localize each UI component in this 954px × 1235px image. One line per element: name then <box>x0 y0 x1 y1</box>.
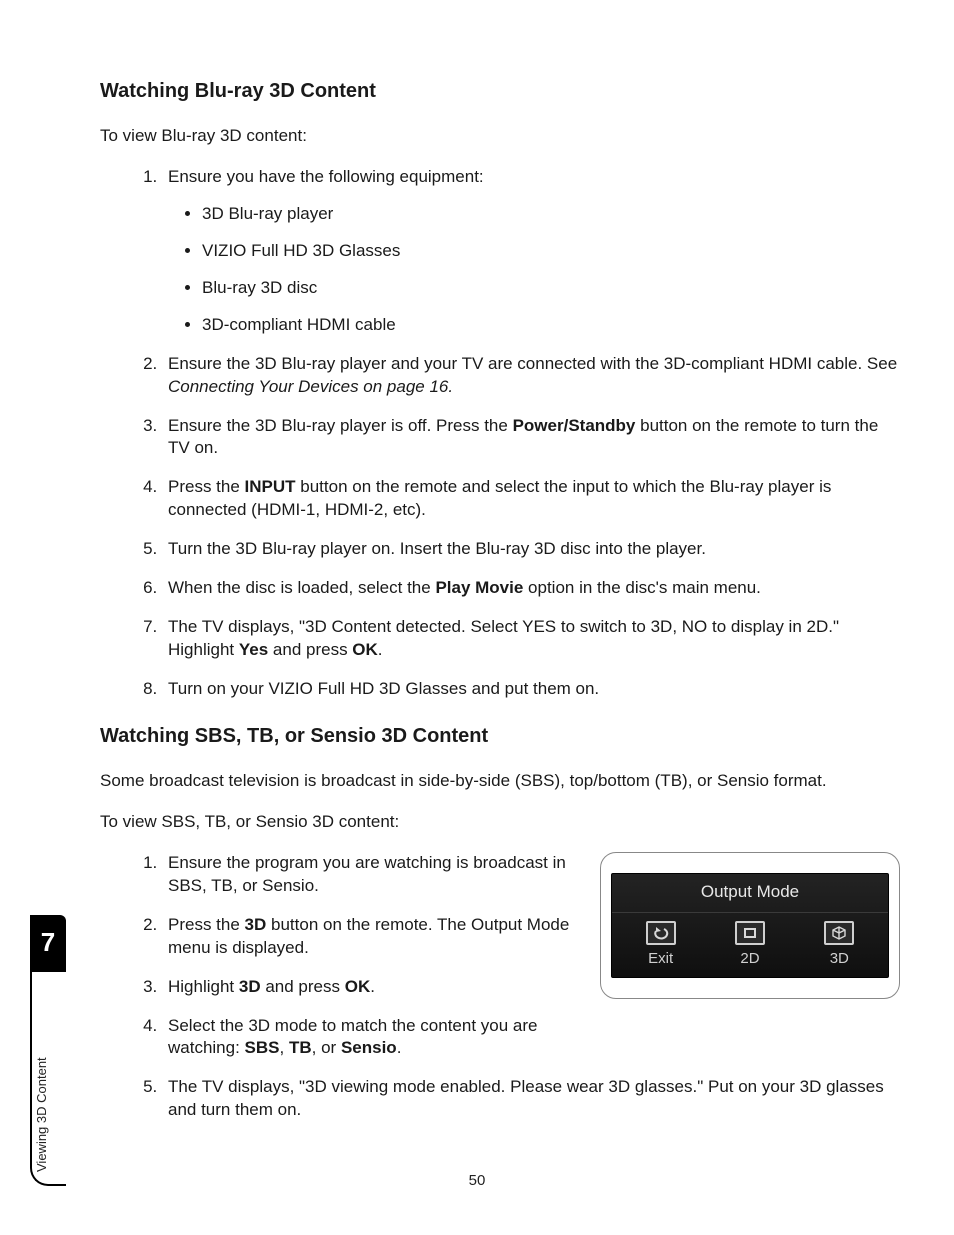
list-item: 3D Blu-ray player <box>202 203 900 226</box>
intro-bluray-3d: To view Blu-ray 3D content: <box>100 125 900 148</box>
step-text: and press <box>268 640 352 659</box>
step-text: Ensure the 3D Blu-ray player is off. Pre… <box>168 416 513 435</box>
two-column-row: Ensure the program you are watching is b… <box>100 852 900 1077</box>
option-name-play-movie: Play Movie <box>435 578 523 597</box>
heading-watching-sbs-tb-sensio: Watching SBS, TB, or Sensio 3D Content <box>100 725 900 748</box>
osd-option-label: Exit <box>648 950 673 967</box>
step-text: option in the disc's main menu. <box>523 578 761 597</box>
exit-icon <box>646 921 676 945</box>
paragraph-sbs-intro: Some broadcast television is broadcast i… <box>100 770 900 793</box>
list-item: VIZIO Full HD 3D Glasses <box>202 240 900 263</box>
osd-options-row: Exit 2D 3D <box>612 913 888 977</box>
heading-watching-bluray-3d: Watching Blu-ray 3D Content <box>100 80 900 103</box>
left-column: Ensure the program you are watching is b… <box>100 852 578 1077</box>
chapter-title-vertical: Viewing 3D Content <box>34 1057 49 1172</box>
option-name-3d: 3D <box>239 977 261 996</box>
list-item: Highlight 3D and press OK. <box>162 976 578 999</box>
option-name-yes: Yes <box>239 640 268 659</box>
chapter-number-badge: 7 <box>30 915 66 972</box>
list-item: Turn on your VIZIO Full HD 3D Glasses an… <box>162 678 900 701</box>
step-text: , <box>280 1038 289 1057</box>
chapter-spine: Viewing 3D Content <box>30 972 66 1186</box>
step-text: and press <box>261 977 345 996</box>
osd-menu: Output Mode Exit 2D <box>611 873 889 978</box>
list-item: Blu-ray 3D disc <box>202 277 900 300</box>
osd-title: Output Mode <box>612 874 888 913</box>
step-text: . <box>370 977 375 996</box>
steps-sbs-3d-cont: The TV displays, "3D viewing mode enable… <box>100 1076 900 1122</box>
page-content: Watching Blu-ray 3D Content To view Blu-… <box>100 80 900 1138</box>
list-item: Press the INPUT button on the remote and… <box>162 476 900 522</box>
step-text: Ensure you have the following equipment: <box>168 167 484 186</box>
mode-name-tb: TB <box>289 1038 312 1057</box>
step-text: Press the <box>168 915 245 934</box>
page-number: 50 <box>0 1172 954 1189</box>
button-name-ok: OK <box>345 977 371 996</box>
osd-option-2d: 2D <box>735 921 765 967</box>
button-name-power-standby: Power/Standby <box>513 416 636 435</box>
list-item: Select the 3D mode to match the content … <box>162 1015 578 1061</box>
equipment-list: 3D Blu-ray player VIZIO Full HD 3D Glass… <box>168 203 900 337</box>
button-name-input: INPUT <box>245 477 296 496</box>
step-text: Press the <box>168 477 245 496</box>
chapter-side-tab: 7 Viewing 3D Content <box>30 915 70 1188</box>
osd-option-label: 3D <box>830 950 849 967</box>
figure-output-mode: Output Mode Exit 2D <box>600 852 900 999</box>
step-text: Highlight <box>168 977 239 996</box>
square-2d-icon <box>735 921 765 945</box>
button-name-3d: 3D <box>245 915 267 934</box>
list-item: The TV displays, "3D viewing mode enable… <box>162 1076 900 1122</box>
cube-3d-icon <box>824 921 854 945</box>
step-text: Ensure the 3D Blu-ray player and your TV… <box>168 354 897 373</box>
list-item: Ensure the 3D Blu-ray player is off. Pre… <box>162 415 900 461</box>
list-item: Ensure the program you are watching is b… <box>162 852 578 898</box>
list-item: Ensure the 3D Blu-ray player and your TV… <box>162 353 900 399</box>
steps-sbs-3d: Ensure the program you are watching is b… <box>100 852 578 1061</box>
intro-sbs-steps: To view SBS, TB, or Sensio 3D content: <box>100 811 900 834</box>
steps-bluray-3d: Ensure you have the following equipment:… <box>100 166 900 701</box>
button-name-ok: OK <box>352 640 378 659</box>
mode-name-sbs: SBS <box>245 1038 280 1057</box>
list-item: The TV displays, "3D Content detected. S… <box>162 616 900 662</box>
list-item: Turn the 3D Blu-ray player on. Insert th… <box>162 538 900 561</box>
osd-option-label: 2D <box>740 950 759 967</box>
step-text: , or <box>312 1038 341 1057</box>
osd-option-3d: 3D <box>824 921 854 967</box>
mode-name-sensio: Sensio <box>341 1038 397 1057</box>
step-text: . <box>397 1038 402 1057</box>
list-item: Press the 3D button on the remote. The O… <box>162 914 578 960</box>
step-text: When the disc is loaded, select the <box>168 578 435 597</box>
list-item: 3D-compliant HDMI cable <box>202 314 900 337</box>
xref-connecting-devices: Connecting Your Devices on page 16. <box>168 377 453 396</box>
list-item: Ensure you have the following equipment:… <box>162 166 900 337</box>
osd-option-exit: Exit <box>646 921 676 967</box>
osd-frame: Output Mode Exit 2D <box>600 852 900 999</box>
list-item: When the disc is loaded, select the Play… <box>162 577 900 600</box>
step-text: . <box>378 640 383 659</box>
